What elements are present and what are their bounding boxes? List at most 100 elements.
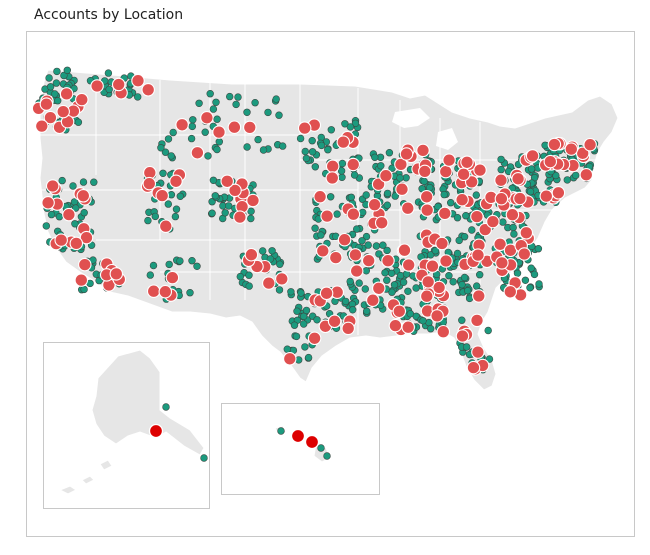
location-marker-a[interactable]	[279, 142, 287, 150]
location-marker-b[interactable]	[316, 244, 330, 258]
location-marker-a[interactable]	[45, 74, 53, 82]
location-marker-b[interactable]	[471, 248, 485, 262]
location-marker-b[interactable]	[346, 157, 360, 172]
location-marker-a[interactable]	[55, 213, 64, 221]
location-marker-b[interactable]	[329, 250, 343, 265]
location-marker-a[interactable]	[371, 153, 379, 162]
location-marker-b[interactable]	[399, 147, 414, 161]
location-marker-a[interactable]	[513, 269, 522, 277]
location-marker-a[interactable]	[251, 98, 259, 107]
location-marker-a[interactable]	[463, 343, 471, 351]
location-marker-a[interactable]	[311, 163, 319, 171]
location-marker-b[interactable]	[366, 293, 380, 307]
location-marker-a[interactable]	[290, 321, 299, 329]
location-marker-a[interactable]	[447, 199, 455, 207]
location-marker-a[interactable]	[364, 241, 372, 249]
location-marker-b[interactable]	[401, 258, 416, 272]
location-marker-a[interactable]	[337, 167, 346, 175]
location-marker-b[interactable]	[505, 207, 520, 222]
location-marker-a[interactable]	[301, 343, 309, 351]
location-marker-a[interactable]	[509, 223, 517, 232]
location-marker-a[interactable]	[535, 280, 543, 288]
location-marker-b[interactable]	[379, 168, 393, 183]
location-marker-a[interactable]	[571, 171, 580, 180]
location-marker-b[interactable]	[54, 233, 68, 247]
location-marker-a[interactable]	[171, 212, 180, 221]
location-marker-b[interactable]	[62, 207, 76, 222]
location-marker-b[interactable]	[438, 206, 452, 221]
location-marker-b[interactable]	[460, 155, 474, 170]
location-marker-a[interactable]	[426, 183, 434, 192]
location-marker-a[interactable]	[460, 273, 469, 282]
location-marker-a[interactable]	[350, 171, 359, 179]
location-marker-a[interactable]	[338, 173, 346, 182]
location-marker-a[interactable]	[302, 306, 311, 315]
location-marker-a[interactable]	[254, 135, 262, 144]
location-marker-b[interactable]	[349, 264, 364, 278]
location-marker-a[interactable]	[468, 226, 476, 234]
location-marker-a[interactable]	[172, 205, 181, 213]
location-marker-a[interactable]	[324, 146, 332, 154]
location-marker-a[interactable]	[445, 272, 453, 280]
location-marker-b[interactable]	[327, 314, 342, 329]
location-marker-a[interactable]	[327, 126, 335, 134]
location-marker-b[interactable]	[494, 173, 508, 187]
location-marker-a[interactable]	[383, 201, 391, 209]
location-marker-a[interactable]	[276, 260, 284, 268]
location-marker-b[interactable]	[439, 254, 453, 268]
location-marker-b[interactable]	[436, 324, 451, 339]
location-marker-a[interactable]	[188, 257, 196, 265]
location-marker-b[interactable]	[109, 267, 124, 281]
location-marker-a[interactable]	[313, 316, 321, 324]
location-marker-a[interactable]	[526, 284, 534, 292]
location-marker-b[interactable]	[141, 83, 155, 97]
location-marker-b[interactable]	[456, 167, 471, 182]
location-marker-b[interactable]	[401, 320, 415, 334]
location-marker-a[interactable]	[527, 165, 536, 173]
location-marker-b[interactable]	[579, 168, 594, 182]
location-marker-a[interactable]	[272, 95, 280, 103]
location-marker-b[interactable]	[374, 216, 389, 230]
location-marker-b[interactable]	[155, 188, 169, 203]
location-marker-b[interactable]	[59, 87, 74, 101]
location-marker-a[interactable]	[209, 105, 218, 113]
location-marker-a[interactable]	[193, 262, 201, 270]
location-marker-a[interactable]	[232, 100, 240, 109]
location-marker-b[interactable]	[418, 164, 432, 179]
location-marker-a[interactable]	[472, 191, 480, 199]
location-marker-b[interactable]	[336, 135, 351, 149]
location-marker-a[interactable]	[52, 79, 61, 87]
location-marker-a[interactable]	[308, 137, 316, 145]
location-marker-b[interactable]	[262, 276, 276, 290]
location-marker-a[interactable]	[541, 141, 549, 150]
location-marker-b[interactable]	[313, 189, 327, 204]
location-marker-b[interactable]	[547, 137, 562, 152]
location-marker-a[interactable]	[234, 93, 242, 101]
location-marker-a[interactable]	[169, 128, 177, 137]
location-marker-b[interactable]	[246, 193, 260, 208]
location-marker-a[interactable]	[188, 122, 197, 131]
location-marker-c[interactable]	[290, 428, 306, 444]
location-marker-a[interactable]	[293, 307, 301, 315]
location-marker-b[interactable]	[525, 149, 540, 163]
location-marker-b[interactable]	[142, 176, 157, 191]
location-marker-b[interactable]	[388, 318, 403, 333]
location-marker-b[interactable]	[583, 137, 597, 152]
location-marker-a[interactable]	[390, 281, 399, 289]
location-marker-b[interactable]	[337, 232, 352, 247]
location-marker-a[interactable]	[151, 212, 160, 221]
location-marker-a[interactable]	[347, 193, 355, 202]
location-marker-a[interactable]	[268, 247, 276, 255]
location-marker-a[interactable]	[402, 174, 410, 182]
location-marker-a[interactable]	[300, 320, 308, 328]
location-marker-b[interactable]	[401, 201, 415, 215]
location-marker-a[interactable]	[317, 231, 325, 239]
location-marker-a[interactable]	[247, 214, 255, 223]
location-marker-a[interactable]	[42, 222, 50, 230]
location-marker-a[interactable]	[277, 427, 285, 435]
location-marker-a[interactable]	[245, 282, 253, 290]
location-marker-a[interactable]	[149, 261, 158, 270]
location-marker-a[interactable]	[333, 210, 341, 218]
location-marker-b[interactable]	[159, 219, 173, 233]
location-marker-a[interactable]	[144, 216, 152, 225]
